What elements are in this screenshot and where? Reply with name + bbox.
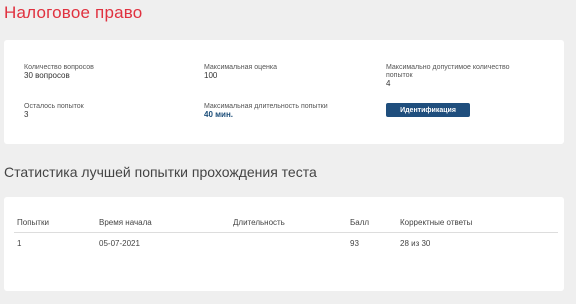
table-header-divider [14, 232, 558, 233]
remaining-attempts-label: Осталось попыток [24, 103, 84, 110]
identification-button[interactable]: Идентификация [386, 103, 470, 117]
column-header-correct-answers: Корректные ответы [400, 218, 473, 227]
max-attempts-label: Максимально допустимое количество попыто… [386, 64, 510, 79]
remaining-attempts-value: 3 [24, 110, 29, 119]
questions-count-field: Количество вопросов 30 вопросов [24, 64, 94, 80]
max-score-field: Максимальная оценка 100 [204, 64, 277, 80]
max-attempts-value: 4 [386, 79, 391, 88]
cell-attempt: 1 [17, 239, 22, 248]
test-info-card: Количество вопросов 30 вопросов Максимал… [4, 40, 564, 144]
questions-count-value: 30 вопросов [24, 71, 70, 80]
remaining-attempts-field: Осталось попыток 3 [24, 103, 84, 119]
column-header-start-time: Время начала [99, 218, 152, 227]
stats-section-title: Статистика лучшей попытки прохождения те… [4, 164, 317, 180]
column-header-score: Балл [350, 218, 370, 227]
max-duration-field: Максимальная длительность попытки 40 мин… [204, 103, 328, 119]
column-header-attempts: Попытки [17, 218, 49, 227]
max-score-value: 100 [204, 71, 218, 80]
max-duration-value: 40 мин. [204, 110, 234, 119]
stats-table: Попытки Время начала Длительность Балл К… [4, 197, 564, 291]
page-title: Налоговое право [4, 3, 143, 22]
cell-score: 93 [350, 239, 359, 248]
cell-correct-answers: 28 из 30 [400, 239, 431, 248]
max-attempts-field: Максимально допустимое количество попыто… [386, 64, 536, 88]
cell-start-time: 05-07-2021 [99, 239, 140, 248]
column-header-duration: Длительность [233, 218, 285, 227]
